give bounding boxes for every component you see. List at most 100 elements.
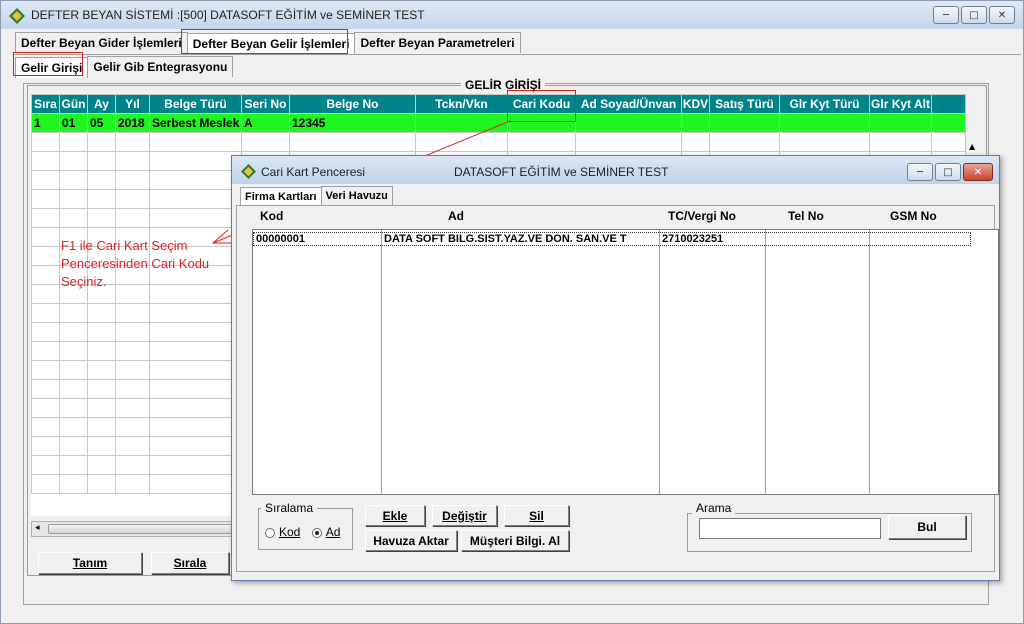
table-cell[interactable] xyxy=(59,341,88,361)
col-header[interactable]: Satış Türü xyxy=(709,94,780,114)
table-cell[interactable] xyxy=(115,170,150,190)
table-cell[interactable] xyxy=(87,379,116,399)
table-cell[interactable] xyxy=(507,113,576,133)
table-cell[interactable] xyxy=(31,189,60,209)
table-cell[interactable] xyxy=(31,303,60,323)
table-cell[interactable] xyxy=(31,227,60,247)
table-cell[interactable] xyxy=(115,303,150,323)
table-cell[interactable] xyxy=(87,208,116,228)
table-cell[interactable] xyxy=(149,474,242,494)
table-cell[interactable] xyxy=(115,398,150,418)
minimize-button[interactable]: ─ xyxy=(933,6,959,24)
col-header[interactable]: KDV xyxy=(681,94,710,114)
table-cell[interactable] xyxy=(59,360,88,380)
col-header[interactable]: Gün xyxy=(59,94,88,114)
table-cell[interactable] xyxy=(59,151,88,171)
title-bar[interactable]: DEFTER BEYAN SİSTEMİ :[500] DATASOFT EĞİ… xyxy=(1,1,1023,29)
scroll-left-arrow-icon[interactable]: ◂ xyxy=(35,523,40,533)
col-header[interactable]: Seri No xyxy=(241,94,290,114)
table-cell[interactable] xyxy=(149,436,242,456)
table-cell[interactable]: Serbest Meslek xyxy=(149,113,242,133)
table-cell[interactable] xyxy=(31,474,60,494)
col-header[interactable]: Belge No xyxy=(289,94,416,114)
table-row[interactable] xyxy=(31,132,965,152)
grid-horizontal-scrollbar[interactable]: ◂ xyxy=(31,521,241,537)
table-cell[interactable] xyxy=(87,360,116,380)
table-cell[interactable] xyxy=(869,132,932,152)
table-cell[interactable] xyxy=(149,132,242,152)
table-cell[interactable] xyxy=(87,303,116,323)
table-cell[interactable] xyxy=(59,417,88,437)
dialog-minimize-button[interactable]: ─ xyxy=(907,163,933,181)
ekle-button[interactable]: Ekle xyxy=(365,505,425,526)
table-cell[interactable] xyxy=(31,455,60,475)
table-cell[interactable] xyxy=(87,474,116,494)
col-header[interactable]: Tckn/Vkn xyxy=(415,94,508,114)
tab-gelir-islemleri[interactable]: Defter Beyan Gelir İşlemleri xyxy=(186,33,356,54)
dialog-title-bar[interactable]: Cari Kart Penceresi DATASOFT EĞİTİM ve S… xyxy=(232,156,999,184)
table-cell[interactable]: 12345 xyxy=(289,113,416,133)
table-cell[interactable] xyxy=(59,474,88,494)
table-cell[interactable] xyxy=(59,322,88,342)
table-cell[interactable] xyxy=(31,284,60,304)
table-cell[interactable] xyxy=(31,341,60,361)
table-cell[interactable] xyxy=(149,170,242,190)
close-button[interactable]: ✕ xyxy=(989,6,1015,24)
table-cell[interactable]: 2018 xyxy=(115,113,150,133)
table-cell[interactable] xyxy=(115,151,150,171)
table-cell[interactable] xyxy=(59,170,88,190)
table-cell[interactable] xyxy=(779,132,870,152)
list-item[interactable]: 00000001 DATA SOFT BILG.SIST.YAZ.VE DON.… xyxy=(253,232,971,246)
table-cell[interactable] xyxy=(59,189,88,209)
table-cell[interactable] xyxy=(59,436,88,456)
table-cell[interactable] xyxy=(31,132,60,152)
table-cell[interactable] xyxy=(87,151,116,171)
table-cell[interactable] xyxy=(31,398,60,418)
table-cell[interactable] xyxy=(149,208,242,228)
sil-button[interactable]: Sil xyxy=(504,505,569,526)
table-cell[interactable] xyxy=(149,303,242,323)
table-cell[interactable] xyxy=(241,132,290,152)
table-cell[interactable] xyxy=(115,436,150,456)
table-cell[interactable] xyxy=(31,360,60,380)
table-cell[interactable] xyxy=(931,132,965,152)
table-cell[interactable] xyxy=(709,132,780,152)
table-cell[interactable] xyxy=(59,208,88,228)
table-cell[interactable] xyxy=(779,113,870,133)
table-cell[interactable] xyxy=(415,113,508,133)
table-cell[interactable] xyxy=(87,398,116,418)
col-header[interactable]: Ad Soyad/Ünvan xyxy=(575,94,682,114)
scroll-up-arrow-icon[interactable]: ▲ xyxy=(969,142,975,151)
table-cell[interactable] xyxy=(31,151,60,171)
table-cell[interactable] xyxy=(31,322,60,342)
table-cell[interactable] xyxy=(31,436,60,456)
table-cell[interactable] xyxy=(415,132,508,152)
sort-kod-radio[interactable]: Kod xyxy=(265,525,300,539)
table-cell[interactable] xyxy=(87,417,116,437)
table-cell[interactable]: 1 xyxy=(31,113,60,133)
tab-veri-havuzu[interactable]: Veri Havuzu xyxy=(320,186,393,205)
sirala-button[interactable]: Sırala xyxy=(151,552,229,574)
table-cell[interactable] xyxy=(87,322,116,342)
table-cell[interactable] xyxy=(115,189,150,209)
table-cell[interactable] xyxy=(149,379,242,399)
table-cell[interactable] xyxy=(149,322,242,342)
table-cell[interactable] xyxy=(575,113,682,133)
table-cell[interactable] xyxy=(59,132,88,152)
table-cell[interactable] xyxy=(87,455,116,475)
dialog-close-button[interactable]: ✕ xyxy=(963,163,993,181)
col-header[interactable]: Sıra xyxy=(31,94,60,114)
col-header[interactable]: Glr Kyt Alt xyxy=(869,94,932,114)
col-header[interactable]: Ay xyxy=(87,94,116,114)
table-cell[interactable] xyxy=(931,113,965,133)
scroll-thumb[interactable] xyxy=(48,524,238,534)
table-row[interactable]: 1 01 05 2018 Serbest Meslek A 12345 xyxy=(31,113,965,133)
table-cell[interactable] xyxy=(87,132,116,152)
degistir-button[interactable]: Değiştir xyxy=(432,505,497,526)
table-cell[interactable] xyxy=(31,170,60,190)
tab-gelir-girisi[interactable]: Gelir Girişi xyxy=(15,57,89,78)
table-cell[interactable] xyxy=(59,303,88,323)
table-cell[interactable] xyxy=(681,132,710,152)
table-cell[interactable] xyxy=(59,455,88,475)
table-cell[interactable] xyxy=(289,132,416,152)
